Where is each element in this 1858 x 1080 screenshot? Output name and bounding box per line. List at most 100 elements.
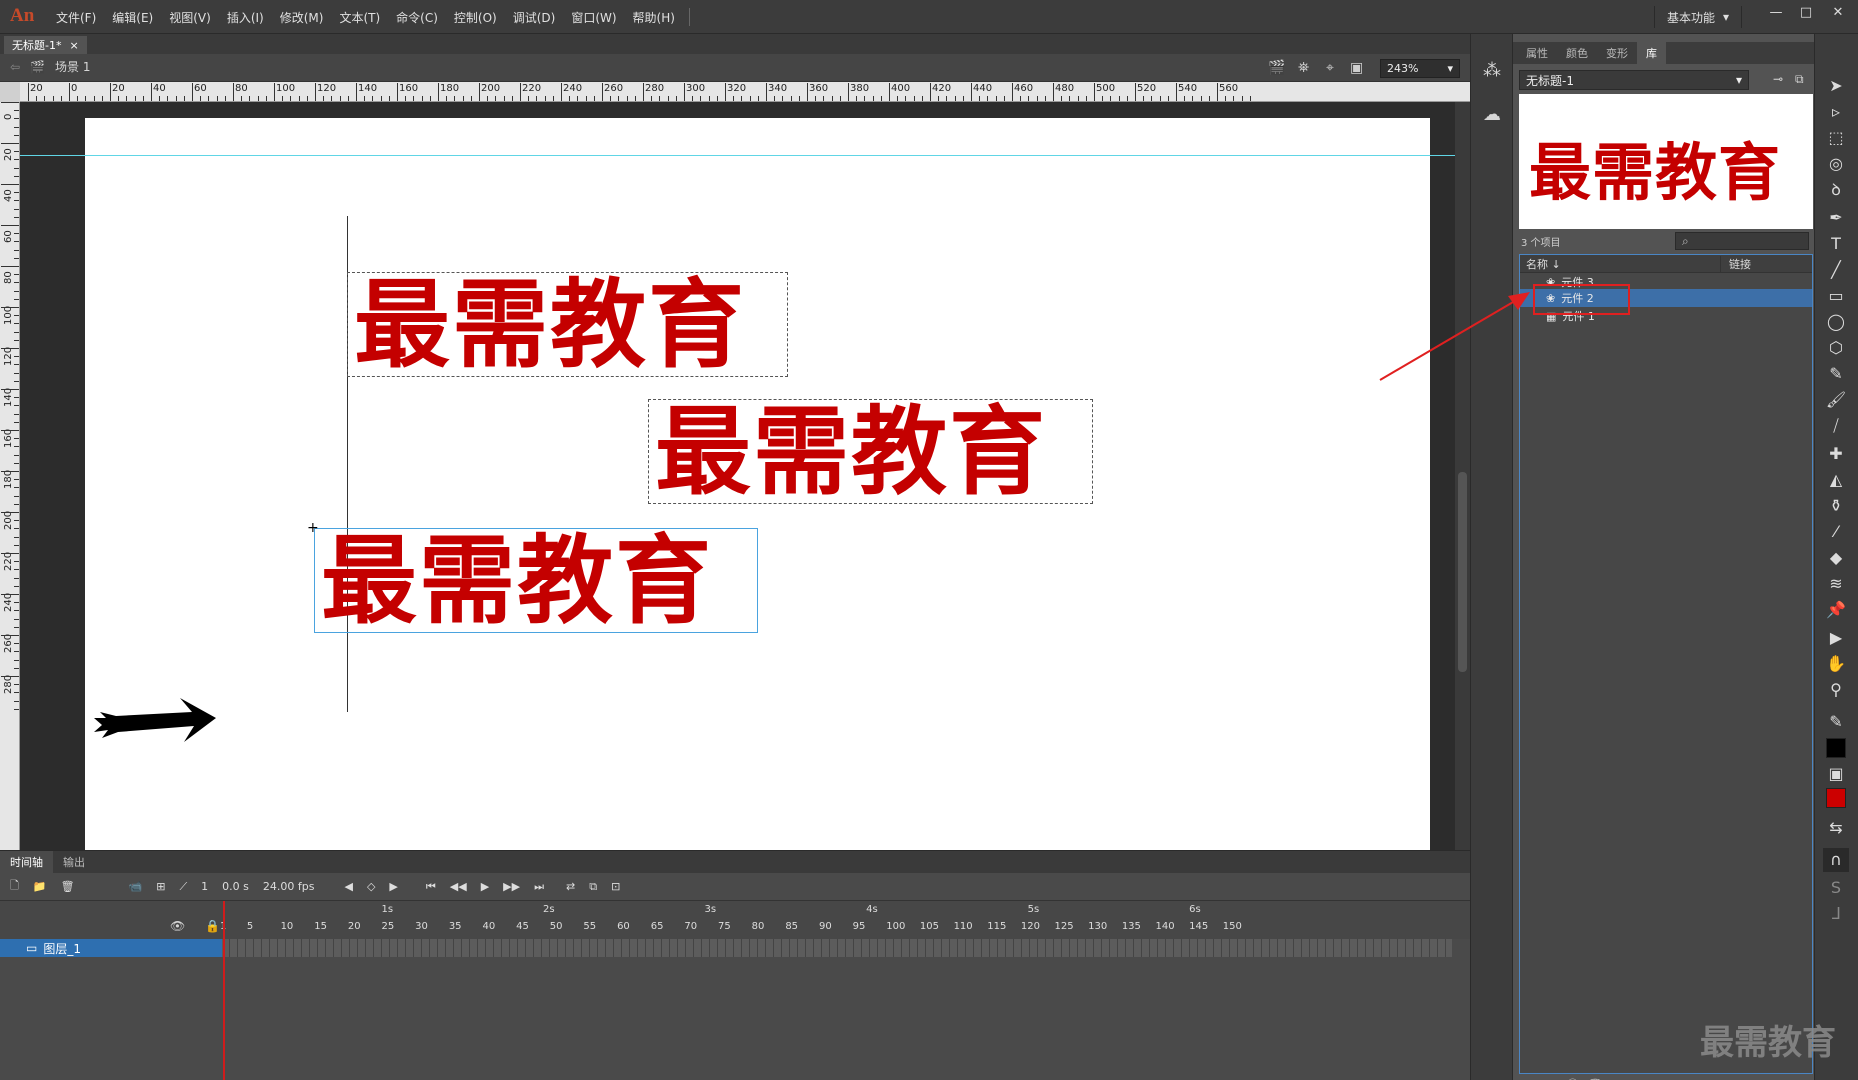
cc-libraries-icon[interactable]: ☁ [1483,104,1501,125]
close-button[interactable]: ✕ [1824,3,1852,23]
horizontal-ruler[interactable]: 20 0 20 40 60 80 100 120 140 160 180 200 220 240 260 28… [20,82,1470,102]
paint-bucket-icon[interactable]: ◭ [1823,468,1849,492]
eyedropper-icon[interactable]: ⁄ [1823,520,1849,544]
ink-bottle-icon[interactable]: ⚱ [1823,494,1849,518]
library-document-select[interactable]: 无标题-1 ▾ [1519,70,1749,90]
menu-file[interactable]: 文件(F) [48,9,104,26]
hand-tool-icon[interactable]: ✋ [1823,652,1849,676]
menu-window[interactable]: 窗口(W) [563,9,624,26]
arrow-shape[interactable] [92,692,222,752]
current-frame[interactable]: 1 [201,880,208,893]
horizontal-guide[interactable] [20,155,1470,156]
menu-view[interactable]: 视图(V) [161,9,219,26]
selection-tool-icon[interactable]: ➤ [1823,74,1849,98]
maximize-button[interactable]: □ [1792,3,1820,23]
new-layer-icon[interactable]: 🗋 [10,877,19,896]
center-stage-icon[interactable]: ⌖ [1326,60,1334,76]
rectangle-tool-icon[interactable]: ▭ [1823,284,1849,308]
swap-colors-icon[interactable]: ⇆ [1823,816,1849,840]
tab-output[interactable]: 输出 [53,851,95,873]
layer-row[interactable]: ▭ 图层_1 [0,939,222,957]
show-all-icon[interactable]: 👁 [170,919,185,933]
current-time[interactable]: 0.0 s [222,880,249,893]
edit-multiple-icon[interactable]: ⊡ [611,880,620,893]
step-forward-icon[interactable]: ▶▶ [503,880,520,893]
oval-tool-icon[interactable]: ◯ [1823,310,1849,334]
playhead[interactable] [223,901,225,1080]
next-keyframe-icon[interactable]: ▶ [389,880,397,893]
info-icon[interactable]: ⓘ [1567,1076,1578,1080]
back-arrow-icon[interactable]: ⇦ [10,60,20,74]
layer-frames[interactable] [222,939,1452,957]
new-folder-icon[interactable]: 📁 [33,880,47,893]
free-transform-icon[interactable]: ⬚ [1823,126,1849,150]
col-linkage[interactable]: 链接 [1720,255,1751,272]
minimize-button[interactable]: — [1762,3,1790,23]
subselection-tool-icon[interactable]: ▹ [1823,100,1849,124]
3d-rotation-icon[interactable]: ◎ [1823,152,1849,176]
zoom-tool-icon[interactable]: ⚲ [1823,678,1849,702]
last-frame-icon[interactable]: ⏭ [534,880,544,894]
tab-properties[interactable]: 属性 [1517,42,1557,64]
symbol-instance[interactable]: 最需教育 [347,272,788,377]
symbol-instance-selected[interactable]: 最需教育 [314,528,758,633]
scrollbar-thumb[interactable] [1458,472,1467,672]
menu-insert[interactable]: 插入(I) [219,9,272,26]
tab-color[interactable]: 颜色 [1557,42,1597,64]
lasso-icon[interactable]: ꝺ [1823,178,1849,202]
polystar-tool-icon[interactable]: ⬡ [1823,336,1849,360]
layer-name[interactable]: 图层_1 [43,940,81,957]
scene-label[interactable]: 场景 1 [55,58,90,75]
motion-presets-icon[interactable]: ⁂ [1483,60,1501,81]
menu-text[interactable]: 文本(T) [331,9,388,26]
loop-icon[interactable]: ⇄ [566,880,575,893]
first-frame-icon[interactable]: ⏮ [426,880,436,894]
fill-color-swatch[interactable] [1826,788,1846,808]
menu-debug[interactable]: 调试(D) [505,9,564,26]
symbol-instance[interactable]: 最需教育 [648,399,1093,504]
camera-tool-icon[interactable]: ▶ [1823,626,1849,650]
menu-commands[interactable]: 命令(C) [388,9,446,26]
tab-transform[interactable]: 变形 [1597,42,1637,64]
workspace-switcher[interactable]: 基本功能 ▾ [1654,6,1743,28]
menu-modify[interactable]: 修改(M) [272,9,332,26]
menu-help[interactable]: 帮助(H) [625,9,683,26]
library-search-input[interactable]: ⌕ [1675,232,1809,250]
line-tool-icon[interactable]: ╱ [1823,258,1849,282]
stage-scrollbar[interactable] [1455,102,1470,850]
add-keyframe-icon[interactable]: ◇ [367,880,375,893]
frame-rate[interactable]: 24.00 fps [263,880,315,893]
clip-content-icon[interactable]: ▣ [1350,60,1363,76]
snap-magnet-icon[interactable]: ∩ [1823,848,1849,872]
pencil-tool-icon[interactable]: ✎ [1823,362,1849,386]
asset-warp-icon[interactable]: 📌 [1823,598,1849,622]
stroke-color-swatch[interactable] [1826,738,1846,758]
straighten-icon[interactable]: ᒧ [1823,902,1849,926]
new-library-icon[interactable]: ⧉ [1795,72,1804,87]
pin-icon[interactable]: ⊸ [1773,72,1783,86]
pen-tool-icon[interactable]: ✒ [1823,206,1849,230]
timeline-ruler[interactable]: 👁 🔒 1s2s3s4s5s6s151015202530354045505560… [0,901,1470,939]
onion-skin-icon[interactable]: ⧉ [589,880,597,894]
document-tab[interactable]: 无标题-1* × [4,36,87,54]
tab-library[interactable]: 库 [1637,42,1666,64]
menu-edit[interactable]: 编辑(E) [104,9,161,26]
zoom-select[interactable]: 243% ▾ [1380,59,1460,78]
graph-icon[interactable]: ⟋ [179,880,187,894]
tab-timeline[interactable]: 时间轴 [0,851,53,873]
brush-tool-icon[interactable]: 🖌 [1823,388,1849,412]
camera-icon[interactable]: 📹 [129,880,143,893]
edit-scene-icon[interactable]: 🎬 [1268,60,1285,76]
text-tool-icon[interactable]: T [1823,232,1849,256]
play-icon[interactable]: ▶ [481,880,489,893]
vertical-ruler[interactable]: 0 20 40 60 80 100 120 140 160 180 200 220 240 260 280 [0,102,20,852]
prev-keyframe-icon[interactable]: ◀ [344,880,352,893]
parent-view-icon[interactable]: ⊞ [156,880,165,893]
paint-brush-icon[interactable]: ⧸ [1823,414,1849,438]
edit-symbol-icon[interactable]: ⛯ [1298,60,1309,76]
step-back-icon[interactable]: ◀◀ [450,880,467,893]
bone-tool-icon[interactable]: ✚ [1823,442,1849,466]
width-tool-icon[interactable]: ≋ [1823,572,1849,596]
lock-icon[interactable]: 🔒 [205,919,220,933]
delete-layer-icon[interactable]: 🗑 [61,880,75,893]
